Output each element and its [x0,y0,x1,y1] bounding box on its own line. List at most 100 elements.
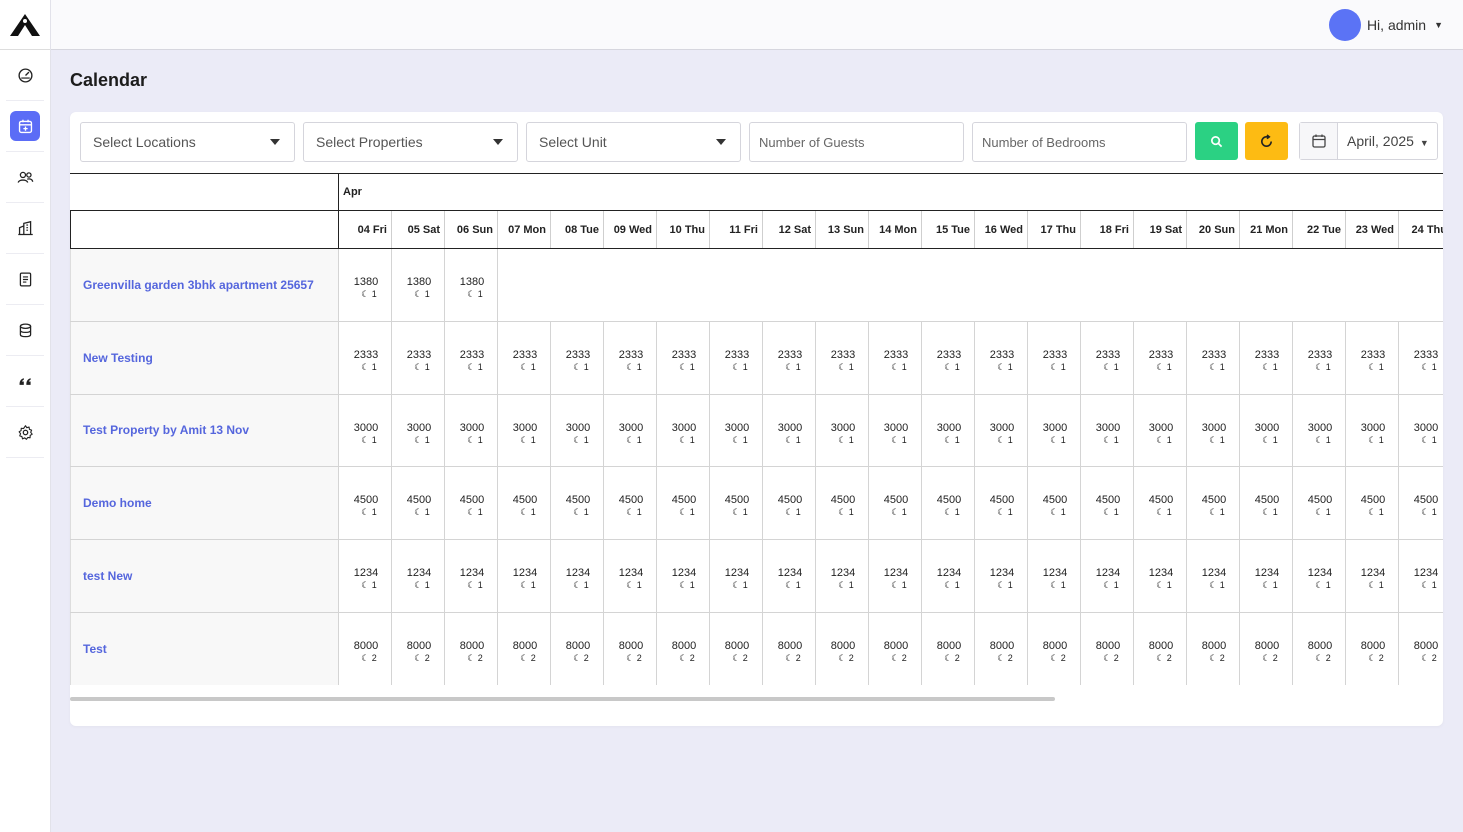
price-cell[interactable]: 1234 ☾ 1 [551,540,604,612]
property-name-link[interactable]: New Testing [70,321,339,394]
price-cell[interactable]: 8000 ☾ 2 [604,613,657,685]
price-cell[interactable]: 4500 ☾ 1 [1134,467,1187,540]
price-cell[interactable]: 2333 ☾ 1 [392,321,445,394]
price-cell[interactable]: 1234 ☾ 1 [498,540,551,612]
price-cell[interactable]: 4500 ☾ 1 [975,467,1028,540]
price-cell[interactable]: 3000 ☾ 1 [975,394,1028,467]
price-cell[interactable]: 8000 ☾ 2 [657,613,710,685]
price-cell[interactable]: 1380 ☾ 1 [392,249,445,321]
price-cell[interactable]: 8000 ☾ 2 [1028,613,1081,685]
price-cell[interactable]: 3000 ☾ 1 [869,394,922,467]
price-cell[interactable]: 4500 ☾ 1 [763,467,816,540]
price-cell[interactable]: 8000 ☾ 2 [1399,613,1443,685]
price-cell[interactable]: 4500 ☾ 1 [339,467,392,540]
price-cell[interactable]: 1234 ☾ 1 [1240,540,1293,612]
price-cell[interactable]: 8000 ☾ 2 [763,613,816,685]
price-cell[interactable]: 1234 ☾ 1 [1399,540,1443,612]
bedrooms-input[interactable] [972,122,1187,162]
properties-select[interactable]: Select Properties [303,122,518,162]
price-cell[interactable]: 4500 ☾ 1 [869,467,922,540]
price-cell[interactable]: 8000 ☾ 2 [551,613,604,685]
price-cell[interactable]: 3000 ☾ 1 [339,394,392,467]
price-cell[interactable]: 1234 ☾ 1 [392,540,445,612]
price-cell[interactable]: 1234 ☾ 1 [1134,540,1187,612]
price-cell[interactable]: 3000 ☾ 1 [922,394,975,467]
price-cell[interactable]: 3000 ☾ 1 [1134,394,1187,467]
price-cell[interactable]: 4500 ☾ 1 [392,467,445,540]
price-cell[interactable]: 1234 ☾ 1 [816,540,869,612]
month-picker[interactable]: April, 2025 ▼ [1299,122,1438,160]
property-name-link[interactable]: Test Property by Amit 13 Nov [70,394,339,467]
price-cell[interactable]: 2333 ☾ 1 [1346,321,1399,394]
price-cell[interactable]: 1380 ☾ 1 [339,249,392,321]
search-button[interactable] [1195,122,1238,160]
price-cell[interactable]: 1234 ☾ 1 [975,540,1028,612]
unit-select[interactable]: Select Unit [526,122,741,162]
price-cell[interactable]: 8000 ☾ 2 [869,613,922,685]
price-cell[interactable]: 8000 ☾ 2 [1293,613,1346,685]
price-cell[interactable]: 3000 ☾ 1 [763,394,816,467]
price-cell[interactable]: 8000 ☾ 2 [1187,613,1240,685]
price-cell[interactable]: 2333 ☾ 1 [869,321,922,394]
price-cell[interactable]: 3000 ☾ 1 [1399,395,1443,467]
price-cell[interactable]: 2333 ☾ 1 [816,321,869,394]
price-cell[interactable]: 4500 ☾ 1 [1240,467,1293,540]
price-cell[interactable]: 3000 ☾ 1 [551,394,604,467]
sidebar-item-testimonials[interactable] [6,356,44,407]
price-cell[interactable]: 8000 ☾ 2 [339,613,392,685]
price-cell[interactable]: 3000 ☾ 1 [1081,394,1134,467]
price-cell[interactable]: 1234 ☾ 1 [657,540,710,612]
property-name-link[interactable]: test New [70,540,339,612]
user-menu[interactable]: Hi, admin ▼ [1328,9,1443,41]
price-cell[interactable]: 3000 ☾ 1 [445,394,498,467]
price-cell[interactable]: 4500 ☾ 1 [498,467,551,540]
price-cell[interactable]: 3000 ☾ 1 [1187,394,1240,467]
price-cell[interactable]: 1380 ☾ 1 [445,249,498,321]
price-cell[interactable]: 4500 ☾ 1 [1187,467,1240,540]
price-cell[interactable]: 1234 ☾ 1 [339,540,392,612]
price-cell[interactable]: 3000 ☾ 1 [1293,394,1346,467]
sidebar-item-reports[interactable] [6,254,44,305]
price-cell[interactable]: 8000 ☾ 2 [498,613,551,685]
price-cell[interactable]: 2333 ☾ 1 [1399,322,1443,394]
price-cell[interactable]: 8000 ☾ 2 [1346,613,1399,685]
price-cell[interactable]: 1234 ☾ 1 [763,540,816,612]
reset-button[interactable] [1245,122,1288,160]
locations-select[interactable]: Select Locations [80,122,295,162]
price-cell[interactable]: 8000 ☾ 2 [710,613,763,685]
sidebar-item-database[interactable] [6,305,44,356]
price-cell[interactable]: 4500 ☾ 1 [710,467,763,540]
price-cell[interactable]: 8000 ☾ 2 [922,613,975,685]
price-cell[interactable]: 2333 ☾ 1 [551,321,604,394]
price-cell[interactable]: 4500 ☾ 1 [657,467,710,540]
sidebar-item-properties[interactable] [6,203,44,254]
property-name-link[interactable]: Demo home [70,467,339,540]
price-cell[interactable]: 1234 ☾ 1 [869,540,922,612]
price-cell[interactable]: 4500 ☾ 1 [1399,467,1443,539]
property-name-link[interactable]: Greenvilla garden 3bhk apartment 25657 [70,249,339,321]
price-cell[interactable]: 1234 ☾ 1 [1028,540,1081,612]
price-cell[interactable]: 1234 ☾ 1 [1293,540,1346,612]
price-cell[interactable]: 1234 ☾ 1 [922,540,975,612]
price-cell[interactable]: 8000 ☾ 2 [1240,613,1293,685]
price-cell[interactable]: 3000 ☾ 1 [604,394,657,467]
price-cell[interactable]: 4500 ☾ 1 [604,467,657,540]
price-cell[interactable]: 2333 ☾ 1 [657,321,710,394]
price-cell[interactable]: 2333 ☾ 1 [445,321,498,394]
app-logo[interactable] [0,0,50,50]
price-cell[interactable]: 3000 ☾ 1 [392,394,445,467]
price-cell[interactable]: 1234 ☾ 1 [604,540,657,612]
price-cell[interactable]: 2333 ☾ 1 [763,321,816,394]
price-cell[interactable]: 3000 ☾ 1 [1346,394,1399,467]
price-cell[interactable]: 2333 ☾ 1 [975,321,1028,394]
price-cell[interactable]: 4500 ☾ 1 [1028,467,1081,540]
price-cell[interactable]: 1234 ☾ 1 [1346,540,1399,612]
price-cell[interactable]: 2333 ☾ 1 [710,321,763,394]
sidebar-item-calendar[interactable] [6,101,44,152]
price-cell[interactable]: 4500 ☾ 1 [1346,467,1399,540]
price-cell[interactable]: 1234 ☾ 1 [1081,540,1134,612]
price-cell[interactable]: 2333 ☾ 1 [922,321,975,394]
sidebar-item-users[interactable] [6,152,44,203]
price-cell[interactable]: 2333 ☾ 1 [498,321,551,394]
price-cell[interactable]: 3000 ☾ 1 [657,394,710,467]
